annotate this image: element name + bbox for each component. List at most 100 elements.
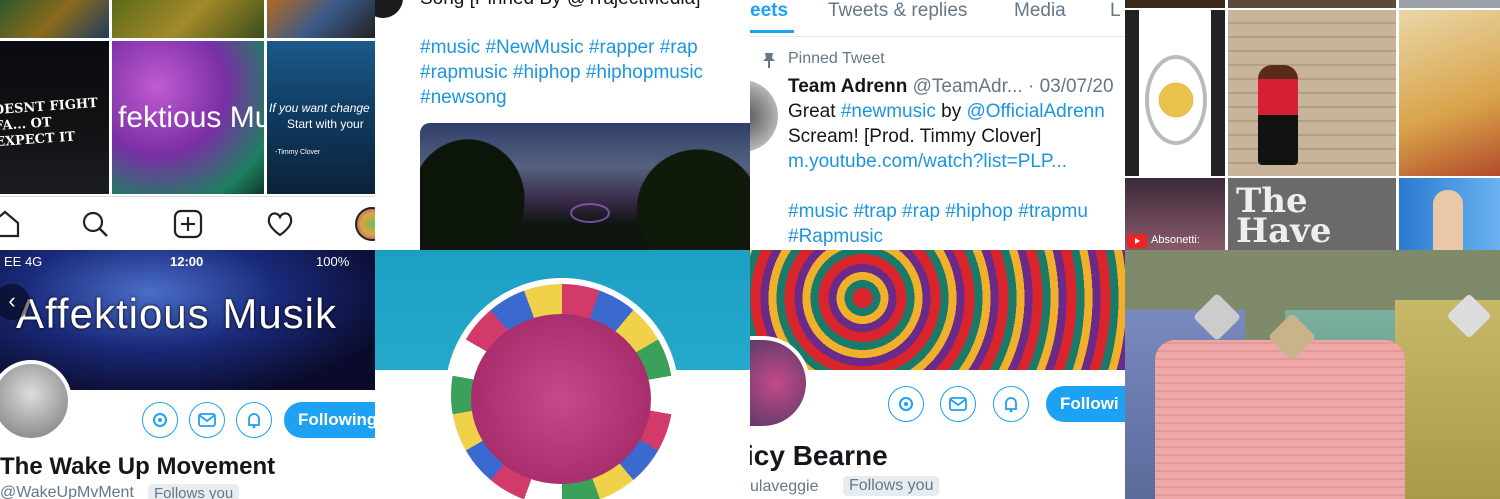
search-icon[interactable] [80, 209, 110, 239]
grid-photo[interactable] [1125, 0, 1225, 8]
following-button[interactable]: Following [284, 402, 375, 438]
status-bar: EE 4G 12:00 100% [0, 254, 375, 272]
brick-wall-photo[interactable] [1228, 10, 1396, 176]
author-meta: @TeamAdr... · 03/07/20 [912, 76, 1114, 97]
notify-button[interactable] [993, 386, 1029, 422]
mail-icon [198, 413, 216, 427]
time-label: 12:00 [170, 254, 204, 269]
crochet-elephant [471, 314, 651, 484]
hashtags-line[interactable]: #newsong [420, 85, 507, 111]
profile-handle: @WakeUpMvMent [0, 484, 134, 499]
message-button[interactable] [940, 386, 976, 422]
tweet-author[interactable]: Team Adrenn @TeamAdr... · 03/07/20 [788, 76, 1114, 98]
logo-photo[interactable] [1125, 10, 1225, 176]
tweet-tile: Song [Pinned By @TrajectMedia] #music #N… [375, 0, 750, 250]
grid-photo[interactable] [267, 0, 375, 38]
elephant-profile-tile [375, 250, 750, 499]
carrier-label: EE 4G [4, 254, 43, 269]
grid-photo[interactable] [1399, 0, 1500, 8]
hashtag-link[interactable]: #newmusic [841, 101, 936, 122]
tab-tweets-replies[interactable]: Tweets & replies [828, 0, 967, 22]
mention-link[interactable]: @OfficialAdrenn [966, 101, 1104, 122]
profile-handle: ulaveggie [750, 478, 819, 495]
city-lights [570, 203, 610, 223]
grid-photo[interactable]: If you want change Start with your -Timm… [267, 41, 375, 194]
avatar[interactable] [750, 80, 778, 152]
gear-icon [899, 397, 913, 411]
bell-plus-icon [1005, 397, 1017, 413]
battery-label: 100% [316, 254, 350, 269]
notify-button[interactable] [236, 402, 272, 438]
home-icon[interactable] [0, 209, 20, 239]
author-name: Team Adrenn [788, 76, 908, 97]
profile-name: icy Bearne [750, 440, 888, 471]
banner-title: Affektious Musik [16, 290, 338, 337]
photo-grid-tile: Absonetti: The Have [1125, 0, 1500, 250]
quote-line: Start with your [287, 117, 364, 131]
grid-photo[interactable] [0, 0, 109, 38]
profile-banner [750, 250, 1125, 370]
gear-icon [153, 413, 167, 427]
tab-media[interactable]: Media [1014, 0, 1066, 22]
crochet-baskets-photo[interactable] [1125, 250, 1500, 499]
pinned-tweet-label: Pinned Tweet [788, 50, 885, 67]
avatar [375, 0, 403, 18]
following-button[interactable]: Followi [1046, 386, 1125, 422]
profile-name: The Wake Up Movement [0, 453, 276, 480]
hashtags-line[interactable]: #music #NewMusic #rapper #rap [420, 35, 698, 61]
profile-avatar-large[interactable] [445, 278, 679, 499]
basket [1395, 300, 1500, 499]
tree-silhouette [420, 123, 540, 250]
grid-photo[interactable] [112, 0, 264, 38]
text-segment: Great [788, 101, 841, 122]
heart-icon[interactable] [265, 209, 295, 239]
message-button[interactable] [189, 402, 225, 438]
tweet-header-line: Song [Pinned By @TrajectMedia] [420, 0, 701, 10]
grid-photo[interactable]: Absonetti: [1125, 178, 1225, 250]
add-post-icon[interactable] [173, 209, 203, 239]
tweet-text-line: Scream! [Prod. Timmy Clover] [788, 126, 1042, 147]
tweet-hashtags[interactable]: #Rapmusic [788, 226, 883, 248]
tweet-link[interactable]: m.youtube.com/watch?list=PLP... [788, 151, 1067, 173]
play-icon [1127, 234, 1147, 248]
mail-icon [949, 397, 967, 411]
basket [1155, 340, 1405, 499]
person-figure [1433, 190, 1463, 250]
follows-you-badge: Follows you [148, 484, 240, 499]
text-segment: by [935, 101, 967, 122]
grid-photo[interactable] [1399, 178, 1500, 250]
bell-plus-icon [248, 413, 260, 429]
grid-photo[interactable] [1228, 0, 1396, 8]
tabs-divider [750, 36, 1125, 37]
banner-text: The Have [1236, 181, 1332, 250]
grid-photo[interactable] [1399, 10, 1500, 176]
tweet-media-image[interactable] [420, 123, 750, 250]
profile-tile-2: Followi icy Bearne ulaveggie Follows you [750, 250, 1125, 499]
profile-avatar-icon[interactable] [355, 207, 375, 241]
settings-button[interactable] [142, 402, 178, 438]
video-title: Absonetti: [1151, 234, 1200, 246]
pin-icon [763, 53, 775, 68]
tweet-text-line: Great #newmusic by @OfficialAdrenn [788, 101, 1105, 123]
instagram-grid-tile: OESNT FIGHT FA... OT EXPECT IT fektious … [0, 0, 375, 250]
quote-line: If you want change [269, 101, 370, 115]
profile-tile: EE 4G 12:00 100% Affektious Musik ‹ Foll… [0, 250, 375, 499]
quote-author: -Timmy Clover [275, 149, 321, 156]
settings-button[interactable] [888, 386, 924, 422]
photo-caption: OESNT FIGHT FA... OT EXPECT IT [0, 95, 99, 151]
instagram-bottom-nav [0, 196, 375, 250]
avatar[interactable] [0, 360, 72, 442]
grid-photo[interactable]: The Have [1228, 178, 1396, 250]
laurel-logo-icon [1145, 55, 1207, 145]
tab-tweets[interactable]: eets [750, 0, 788, 22]
grid-photo[interactable]: fektious Mu [112, 41, 264, 194]
tweet-hashtags[interactable]: #music #trap #rap #hiphop #trapmu [788, 201, 1088, 223]
photo-caption: fektious Mu [118, 101, 264, 134]
twitter-timeline-tile: eets Tweets & replies Media L Pinned Twe… [750, 0, 1125, 250]
tab-likes[interactable]: L [1110, 0, 1121, 22]
tab-active-underline [750, 30, 794, 33]
follows-you-badge: Follows you [843, 476, 940, 496]
tree-silhouette [620, 133, 750, 250]
hashtags-line[interactable]: #rapmusic #hiphop #hiphopmusic [420, 60, 703, 86]
grid-photo[interactable]: OESNT FIGHT FA... OT EXPECT IT [0, 41, 109, 194]
